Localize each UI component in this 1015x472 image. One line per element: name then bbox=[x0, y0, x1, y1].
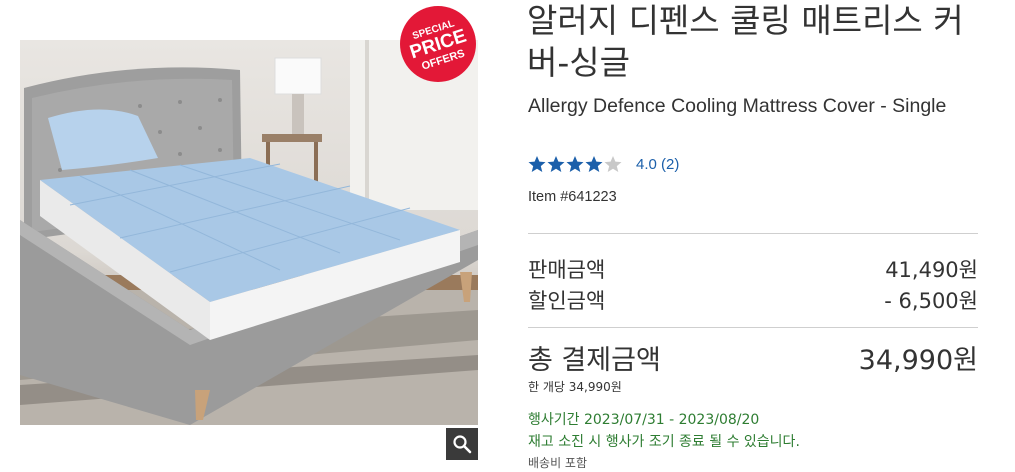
item-number: Item #641223 bbox=[528, 189, 617, 205]
promo-note: 재고 소진 시 행사가 조기 종료 될 수 있습니다. bbox=[528, 434, 800, 450]
rating-link[interactable]: 4.0 (2) bbox=[636, 156, 679, 173]
divider-top bbox=[528, 233, 978, 234]
shipping-note: 배송비 포함 bbox=[528, 456, 588, 470]
product-rating: 4.0 (2) bbox=[528, 153, 679, 175]
discount-value: - 6,500원 bbox=[884, 289, 978, 313]
star-icon bbox=[547, 156, 565, 172]
discount-row: 할인금액 - 6,500원 bbox=[528, 285, 978, 315]
discount-label: 할인금액 bbox=[528, 289, 606, 313]
total-price-row: 총 결제금액 34,990원 bbox=[528, 338, 978, 377]
sale-price-label: 판매금액 bbox=[528, 258, 606, 282]
sale-price-value: 41,490원 bbox=[885, 258, 978, 282]
star-icon bbox=[528, 156, 546, 172]
divider-total bbox=[528, 327, 978, 328]
star-icon bbox=[566, 156, 584, 172]
total-price-label: 총 결제금액 bbox=[528, 345, 661, 376]
magnifier-icon bbox=[453, 435, 472, 454]
star-icon bbox=[604, 156, 622, 172]
product-title-en: Allergy Defence Cooling Mattress Cover -… bbox=[528, 95, 947, 117]
special-price-badge: SPECIAL PRICE OFFERS bbox=[398, 4, 478, 84]
star-icon bbox=[585, 156, 603, 172]
rating-stars bbox=[528, 155, 622, 173]
unit-price: 한 개당 34,990원 bbox=[528, 380, 622, 394]
zoom-button[interactable] bbox=[446, 428, 478, 460]
product-title-ko: 알러지 디펜스 쿨링 매트리스 커버-싱글 bbox=[527, 1, 964, 82]
sale-price-row: 판매금액 41,490원 bbox=[528, 254, 978, 284]
product-image[interactable] bbox=[20, 40, 478, 425]
bed-illustration bbox=[20, 40, 478, 425]
total-price-value: 34,990원 bbox=[858, 345, 978, 376]
promo-period: 행사기간 2023/07/31 - 2023/08/20 bbox=[528, 412, 760, 428]
